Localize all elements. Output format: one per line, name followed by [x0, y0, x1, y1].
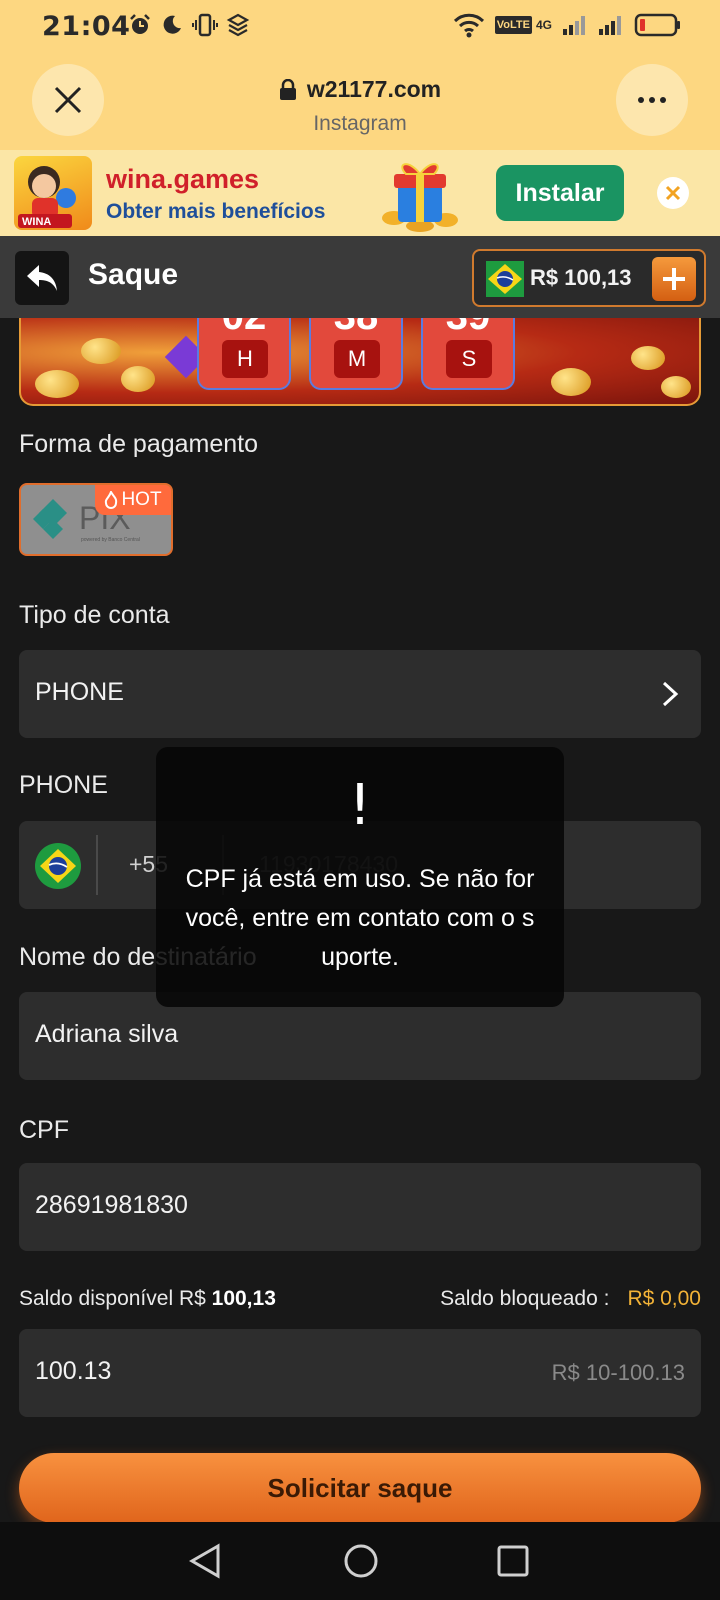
vibrate-icon	[192, 13, 218, 37]
balance-chip[interactable]: R$ 100,13	[472, 249, 706, 307]
brazil-flag-icon	[35, 843, 81, 889]
amount-range: R$ 10-100.13	[551, 1360, 685, 1385]
browser-bar: w21177.com Instagram	[0, 50, 720, 150]
timer-minutes: 38 M	[309, 318, 403, 390]
banner-close-icon[interactable]	[656, 176, 690, 210]
timer-seconds: 39 S	[421, 318, 515, 390]
url-text: w21177.com	[306, 76, 442, 102]
status-bar: 21:04 VoLTE 4G	[0, 0, 720, 50]
blocked-balance: Saldo bloqueado : R$ 0,00	[440, 1287, 701, 1310]
available-balance-value: 100,13	[211, 1287, 276, 1310]
svg-text:powered by Banco Central: powered by Banco Central	[81, 537, 140, 543]
plus-icon	[663, 268, 685, 290]
chevron-right-icon	[662, 681, 679, 707]
hot-badge: HOT	[95, 485, 171, 515]
phone-label: PHONE	[19, 771, 108, 799]
install-banner: WINA wina.games Obter mais benefícios In…	[0, 150, 720, 236]
payment-method-label: Forma de pagamento	[19, 430, 259, 458]
deposit-plus-button[interactable]	[652, 257, 696, 301]
app-header: Saque R$ 100,13	[0, 236, 720, 318]
request-withdrawal-button[interactable]: Solicitar saque	[19, 1453, 701, 1523]
system-nav-bar	[0, 1522, 720, 1600]
signal-icon	[563, 16, 585, 35]
back-button[interactable]	[15, 251, 69, 305]
nav-recents-icon[interactable]	[496, 1542, 530, 1580]
cpf-label: CPF	[19, 1116, 69, 1144]
install-button[interactable]: Instalar	[496, 165, 624, 221]
toast-message: CPF já está em uso. Se não for você, ent…	[185, 865, 535, 971]
wifi-icon	[453, 13, 484, 38]
account-type-value: PHONE	[35, 678, 124, 706]
pix-payment-option[interactable]: PIX powered by Banco Central HOT	[19, 483, 173, 556]
volte-badge: VoLTE	[494, 16, 532, 34]
lock-icon	[279, 78, 296, 100]
available-balance: Saldo disponível R$ 100,13	[19, 1287, 276, 1310]
more-options-button[interactable]	[616, 64, 688, 136]
gift-icon	[382, 163, 458, 232]
nav-back-icon[interactable]	[188, 1542, 222, 1580]
banner-title: wina.games	[106, 164, 260, 194]
signal-icon-2	[599, 16, 621, 35]
banner-subtitle: Obter mais benefícios	[106, 200, 326, 223]
brazil-flag-icon	[486, 261, 524, 297]
url-area[interactable]: w21177.com Instagram	[0, 76, 720, 136]
url-source: Instagram	[313, 111, 407, 135]
battery-icon	[634, 13, 680, 37]
back-arrow-icon	[27, 265, 57, 291]
error-toast: ! CPF já está em uso. Se não for você, e…	[156, 747, 564, 1007]
network-type: 4G	[535, 18, 552, 32]
timer-hours: 02 H	[197, 318, 291, 390]
header-balance: R$ 100,13	[530, 265, 632, 290]
promo-banner[interactable]: 02 H 38 M 39 S	[19, 318, 701, 406]
svg-text:WINA: WINA	[22, 216, 51, 228]
data-saver-icon	[226, 13, 250, 37]
amount-field[interactable]: 100.13 R$ 10-100.13	[19, 1329, 701, 1417]
flame-icon	[105, 491, 118, 509]
moon-icon	[163, 15, 181, 34]
amount-value: 100.13	[35, 1357, 112, 1385]
alarm-icon	[130, 14, 150, 34]
nav-home-icon[interactable]	[342, 1542, 380, 1580]
cpf-field[interactable]: 28691981830	[19, 1163, 701, 1251]
status-time: 21:04	[42, 11, 131, 42]
app-logo: WINA	[14, 156, 92, 230]
recipient-name-value: Adriana silva	[35, 1020, 179, 1048]
cpf-value: 28691981830	[35, 1191, 188, 1219]
warning-icon: !	[348, 773, 372, 838]
account-type-label: Tipo de conta	[19, 601, 170, 629]
more-dots-icon	[638, 97, 666, 103]
page-title: Saque	[88, 258, 179, 291]
account-type-select[interactable]: PHONE	[19, 650, 701, 738]
blocked-balance-value: R$ 0,00	[627, 1287, 701, 1310]
